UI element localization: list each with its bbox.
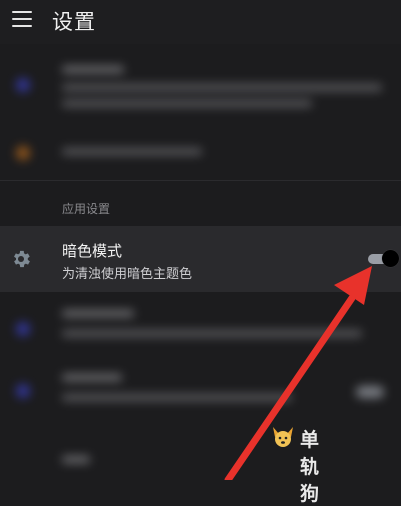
setting-icon — [16, 78, 30, 92]
dark-mode-setting-row[interactable]: 暗色模式 为清浊使用暗色主题色 — [0, 226, 401, 292]
dog-logo-icon — [273, 427, 293, 447]
blurred-setting-row[interactable] — [0, 302, 401, 358]
app-bar: 设置 — [0, 0, 401, 44]
setting-icon — [16, 322, 30, 336]
toggle-knob — [382, 250, 399, 267]
divider — [0, 180, 401, 181]
setting-icon — [16, 384, 30, 398]
hamburger-menu-icon[interactable] — [12, 11, 32, 27]
blurred-setting-row[interactable] — [0, 56, 401, 116]
blurred-setting-row[interactable] — [0, 448, 401, 478]
watermark-text: 单轨狗 — [300, 429, 321, 505]
page-title: 设置 — [52, 10, 96, 34]
blurred-setting-row[interactable] — [0, 136, 401, 172]
dark-mode-title: 暗色模式 — [62, 242, 123, 260]
blurred-setting-row[interactable] — [0, 368, 401, 418]
dark-mode-subtitle: 为清浊使用暗色主题色 — [62, 267, 193, 282]
setting-icon — [16, 146, 30, 160]
gear-icon — [14, 250, 30, 268]
section-header: 应用设置 — [62, 202, 111, 216]
dark-mode-toggle[interactable] — [368, 250, 399, 268]
